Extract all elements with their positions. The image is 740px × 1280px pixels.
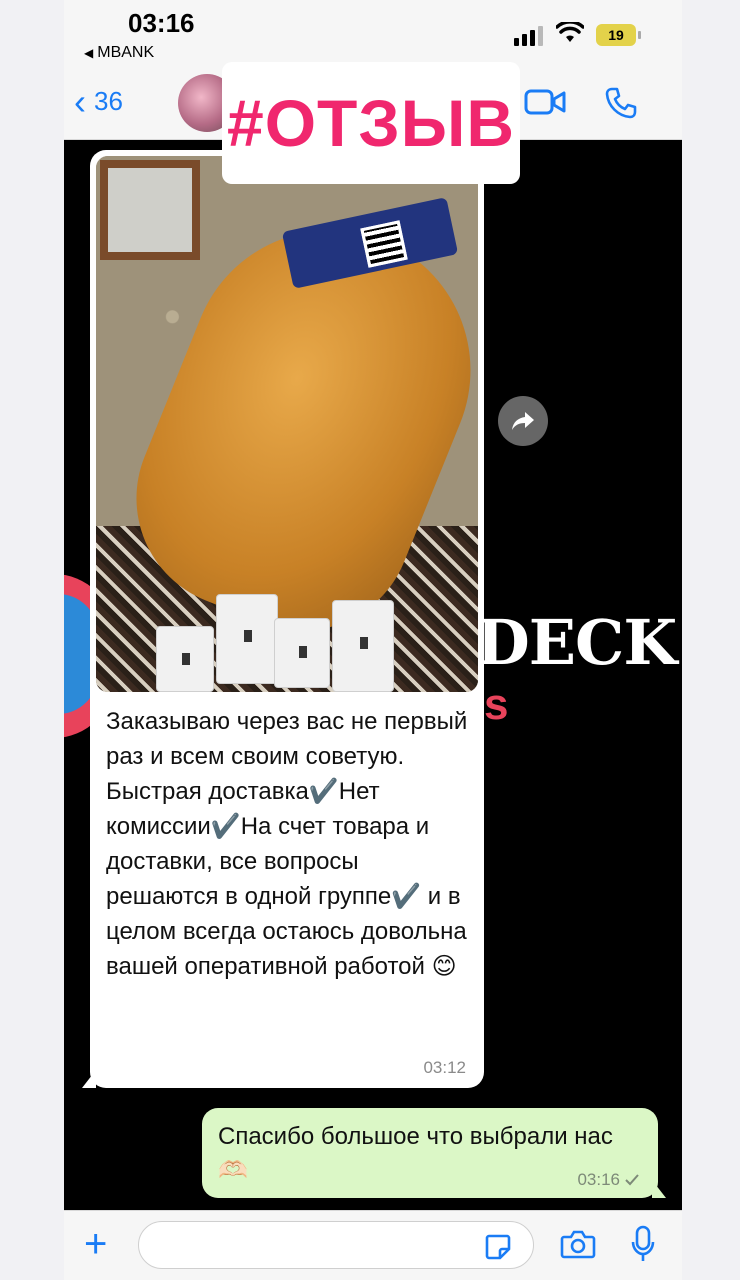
photo-box bbox=[216, 594, 278, 684]
sticker-icon[interactable] bbox=[484, 1233, 512, 1261]
phone-call-icon[interactable] bbox=[604, 86, 638, 120]
outgoing-message-bubble[interactable]: Спасибо большое что выбрали нас 🫶🏻 03:16 bbox=[202, 1108, 666, 1198]
brand-text-s: s bbox=[484, 680, 509, 729]
incoming-message-text: Заказываю через вас не первый раз и всем… bbox=[106, 708, 468, 980]
incoming-message-bubble[interactable]: Заказываю через вас не первый раз и всем… bbox=[82, 150, 484, 1088]
chat-screen: DECK s 03:16 ◀ MBANK 19 ‹ 36 Заказываю ч… bbox=[64, 0, 682, 1280]
unread-count: 36 bbox=[94, 86, 123, 116]
video-call-icon[interactable] bbox=[524, 88, 566, 116]
brand-text-deck: DECK bbox=[476, 606, 677, 679]
review-hashtag-sticker: #ОТЗЫВ bbox=[222, 62, 520, 184]
photo-box bbox=[156, 626, 214, 692]
wifi-icon bbox=[556, 22, 584, 42]
photo-box bbox=[274, 618, 330, 688]
carrier-label: MBANK bbox=[97, 44, 155, 61]
photo-box bbox=[332, 600, 394, 692]
outgoing-message-meta: 03:16 bbox=[577, 1170, 640, 1190]
signal-icon bbox=[514, 26, 543, 46]
back-button[interactable]: ‹ 36 bbox=[74, 80, 123, 122]
bubble-tail bbox=[82, 1070, 96, 1088]
forward-button[interactable] bbox=[498, 396, 548, 446]
outgoing-message-time: 03:16 bbox=[577, 1170, 620, 1189]
message-input-bar: + bbox=[64, 1210, 682, 1280]
incoming-message-time: 03:12 bbox=[423, 1058, 466, 1077]
plus-icon[interactable]: + bbox=[84, 1224, 107, 1264]
battery-icon: 19 bbox=[596, 24, 641, 46]
camera-icon[interactable] bbox=[560, 1229, 596, 1259]
status-time: 03:16 bbox=[128, 8, 195, 38]
outgoing-message-text: Спасибо большое что выбрали нас 🫶🏻 bbox=[218, 1123, 613, 1184]
photo-window bbox=[100, 160, 200, 260]
sticker-text: #ОТЗЫВ bbox=[227, 86, 515, 160]
message-photo[interactable] bbox=[96, 156, 478, 692]
back-to-app-link[interactable]: ◀ MBANK bbox=[84, 44, 154, 62]
delivered-check-icon bbox=[625, 1174, 639, 1186]
left-margin bbox=[0, 0, 64, 1280]
photo-qr-code bbox=[360, 220, 408, 268]
bubble-tail bbox=[652, 1180, 666, 1198]
microphone-icon[interactable] bbox=[630, 1225, 656, 1263]
back-chevron-icon: ‹ bbox=[74, 80, 86, 122]
right-margin bbox=[682, 0, 740, 1280]
forward-arrow-icon bbox=[512, 412, 534, 430]
back-triangle-icon: ◀ bbox=[84, 46, 94, 60]
message-input[interactable] bbox=[138, 1221, 534, 1269]
